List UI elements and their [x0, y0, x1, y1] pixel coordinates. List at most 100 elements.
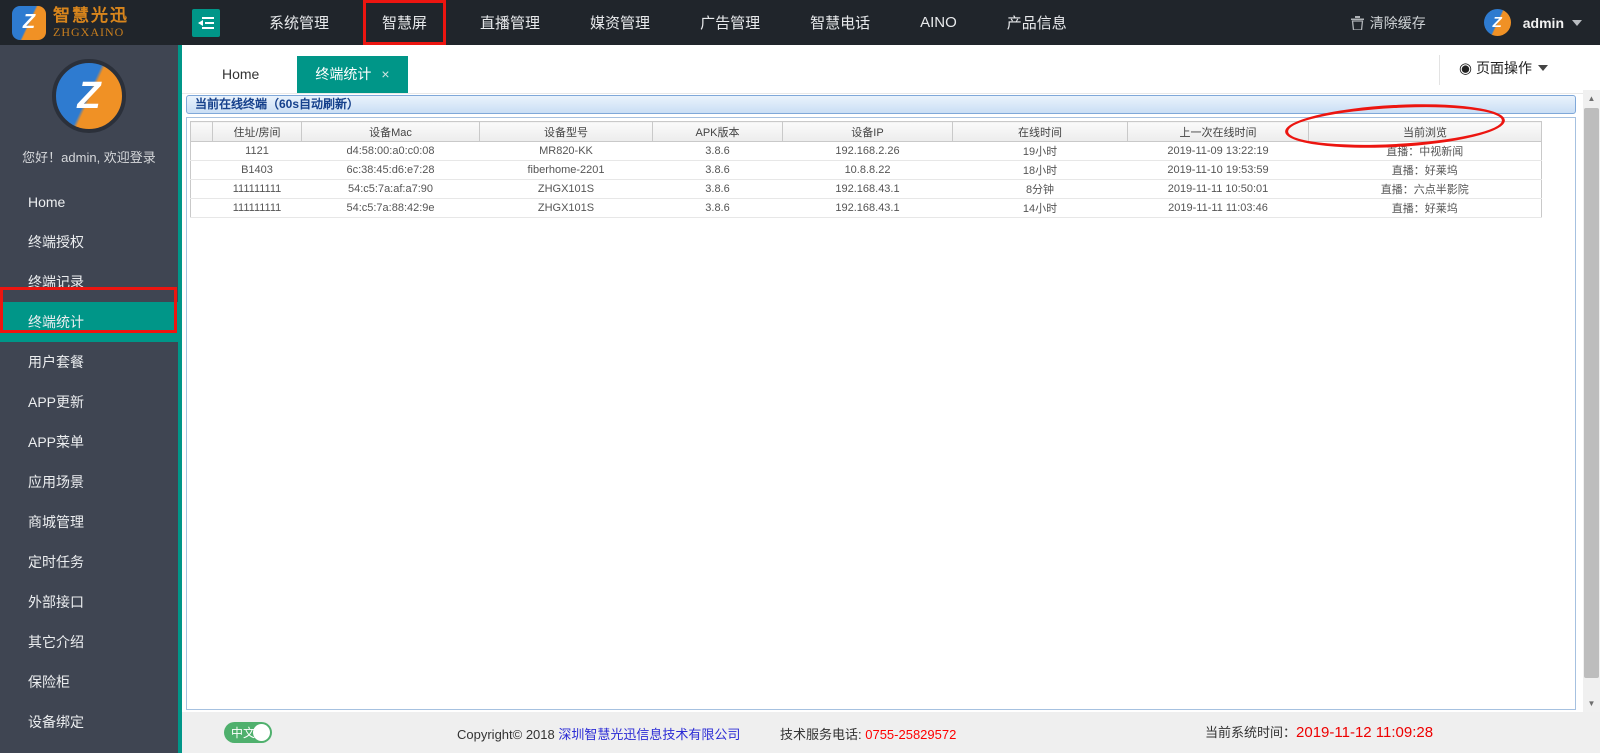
- brand-logo-icon: Z: [12, 5, 46, 40]
- brand-subtitle: ZHGXAINO: [53, 25, 125, 39]
- scroll-up-button[interactable]: ▲: [1583, 90, 1600, 107]
- sidebar-item-5[interactable]: APP更新: [0, 382, 178, 422]
- row-select: [190, 160, 213, 180]
- sidebar-item-7[interactable]: 应用场景: [0, 462, 178, 502]
- col-header-model: 设备型号: [479, 121, 653, 142]
- service-phone: 技术服务电话: 0755-25829572: [780, 727, 957, 742]
- sidebar-item-4[interactable]: 用户套餐: [0, 342, 178, 382]
- row-select: [190, 141, 213, 161]
- sidebar-collapse-button[interactable]: [192, 8, 220, 37]
- page-actions-label: 页面操作: [1476, 60, 1532, 76]
- cell-address: 111111111: [212, 198, 302, 218]
- nav-item-5[interactable]: 智慧电话: [794, 0, 886, 45]
- table-row: B1403 6c:38:45:d6:e7:28 fiberhome-2201 3.8.…: [190, 160, 1542, 180]
- app-logo: Z 智慧光迅 ZHGXAINO: [0, 5, 178, 40]
- company-link[interactable]: 深圳智慧光迅信息技术有限公司: [558, 727, 740, 742]
- cell-address: B1403: [212, 160, 302, 180]
- sidebar-logo: Z: [52, 59, 126, 133]
- online-terminals-infobar: 当前在线终端（60s自动刷新）: [186, 95, 1576, 114]
- cell-apk-version: 3.8.6: [652, 160, 783, 180]
- trash-icon: [1350, 15, 1364, 30]
- chevron-down-icon: [1538, 65, 1548, 71]
- collapse-menu-icon: [198, 16, 214, 29]
- col-header-current-view: 当前浏览: [1308, 121, 1542, 142]
- sidebar-item-3[interactable]: 终端统计: [0, 302, 178, 342]
- tabbar-separator: [1439, 55, 1440, 85]
- clear-cache-button[interactable]: 清除缓存: [1350, 13, 1426, 33]
- cell-mac: 6c:38:45:d6:e7:28: [301, 160, 480, 180]
- sidebar-item-6[interactable]: APP菜单: [0, 422, 178, 462]
- nav-item-1[interactable]: 智慧屏: [363, 0, 447, 45]
- cell-apk-version: 3.8.6: [652, 141, 783, 161]
- nav-item-7[interactable]: 产品信息: [991, 0, 1083, 45]
- sidebar-item-8[interactable]: 商城管理: [0, 502, 178, 542]
- cell-address: 111111111: [212, 179, 302, 199]
- cell-mac: 54:c5:7a:88:42:9e: [301, 198, 480, 218]
- language-toggle[interactable]: 中文: [224, 722, 272, 743]
- vertical-scrollbar[interactable]: ▲ ▼: [1583, 90, 1600, 712]
- nav-item-2[interactable]: 直播管理: [464, 0, 556, 45]
- table-header-row: 住址/房间 设备Mac 设备型号 APK版本 设备IP 在线时间 上一次在线时间 当前浏览: [190, 121, 1542, 142]
- sidebar-item-10[interactable]: 外部接口: [0, 582, 178, 622]
- cell-address: 1121: [212, 141, 302, 161]
- clear-cache-label: 清除缓存: [1369, 14, 1426, 31]
- tab-0[interactable]: Home: [200, 56, 281, 93]
- radio-dot-icon: ◉: [1458, 60, 1472, 77]
- tab-1[interactable]: 终端统计 ×: [297, 56, 408, 93]
- sidebar-item-12[interactable]: 保险柜: [0, 662, 178, 702]
- nav-item-6[interactable]: AINO: [904, 0, 973, 45]
- page-actions-button[interactable]: ◉ 页面操作: [1459, 58, 1548, 78]
- topbar-nav: 系统管理 智慧屏 直播管理 媒资管理 广告管理 智慧电话 AINO 产品信息: [244, 0, 1092, 45]
- toggle-knob-icon: [253, 724, 270, 741]
- sidebar: Z 您好！admin, 欢迎登录 Home 终端授权 终端记录 终端统计 用户套餐 APP…: [0, 45, 178, 753]
- cell-mac: 54:c5:7a:af:a7:90: [301, 179, 480, 199]
- tab-bar: Home 终端统计 × ◉ 页面操作: [182, 45, 1600, 94]
- welcome-text: 您好！admin, 欢迎登录: [22, 150, 156, 165]
- cell-ip: 192.168.43.1: [782, 198, 953, 218]
- col-header-blank: [190, 121, 213, 142]
- cell-online-time: 14小时: [952, 198, 1128, 218]
- cell-apk-version: 3.8.6: [652, 198, 783, 218]
- brand-title: 智慧光迅: [53, 6, 129, 25]
- col-header-apk-version: APK版本: [652, 121, 783, 142]
- sidebar-item-2[interactable]: 终端记录: [0, 262, 178, 302]
- tab-label: Home: [222, 66, 260, 82]
- table-row: 111111111 54:c5:7a:af:a7:90 ZHGX101S 3.8.6 1…: [190, 179, 1542, 199]
- cell-model: ZHGX101S: [479, 198, 653, 218]
- sidebar-item-13[interactable]: 设备绑定: [0, 702, 178, 742]
- cell-online-time: 19小时: [952, 141, 1128, 161]
- user-menu[interactable]: Z admin: [1483, 9, 1582, 36]
- nav-item-4[interactable]: 广告管理: [684, 0, 776, 45]
- footer: 中文 Copyright© 2018 深圳智慧光迅信息技术有限公司 技术服务电话…: [182, 712, 1600, 753]
- user-avatar: Z: [1483, 9, 1511, 36]
- topbar: Z 智慧光迅 ZHGXAINO 系统管理 智慧屏 直播管理 媒资管理 广告管理 智慧电话 A…: [0, 0, 1600, 45]
- sidebar-accent-strip: [178, 45, 182, 753]
- cell-ip: 10.8.8.22: [782, 160, 953, 180]
- cell-last-online: 2019-11-09 13:22:19: [1127, 141, 1309, 161]
- cell-last-online: 2019-11-11 11:03:46: [1127, 198, 1309, 218]
- scrollbar-thumb[interactable]: [1584, 108, 1599, 678]
- sidebar-item-11[interactable]: 其它介绍: [0, 622, 178, 662]
- sidebar-menu: Home 终端授权 终端记录 终端统计 用户套餐 APP更新 APP菜单 应用场景 商城管理 定时…: [0, 182, 178, 742]
- sidebar-item-0[interactable]: Home: [0, 182, 178, 222]
- sidebar-item-1[interactable]: 终端授权: [0, 222, 178, 262]
- sidebar-item-9[interactable]: 定时任务: [0, 542, 178, 582]
- cell-last-online: 2019-11-10 19:53:59: [1127, 160, 1309, 180]
- cell-last-online: 2019-11-11 10:50:01: [1127, 179, 1309, 199]
- copyright-text: Copyright© 2018 深圳智慧光迅信息技术有限公司: [457, 727, 741, 742]
- cell-online-time: 18小时: [952, 160, 1128, 180]
- cell-ip: 192.168.2.26: [782, 141, 953, 161]
- scroll-down-button[interactable]: ▼: [1583, 695, 1600, 712]
- nav-item-3[interactable]: 媒资管理: [574, 0, 666, 45]
- terminals-table: 住址/房间 设备Mac 设备型号 APK版本 设备IP 在线时间 上一次在线时间 当前浏览 1…: [190, 121, 1542, 218]
- tab-close-icon[interactable]: ×: [381, 66, 389, 82]
- cell-current-view: 直播：六点半影院: [1308, 179, 1542, 199]
- nav-item-0[interactable]: 系统管理: [253, 0, 345, 45]
- username: admin: [1522, 14, 1564, 31]
- row-select: [190, 198, 213, 218]
- col-header-last-online: 上一次在线时间: [1127, 121, 1309, 142]
- cell-current-view: 直播：好莱坞: [1308, 160, 1542, 180]
- service-phone-number: 0755-25829572: [865, 727, 957, 742]
- cell-model: fiberhome-2201: [479, 160, 653, 180]
- cell-model: ZHGX101S: [479, 179, 653, 199]
